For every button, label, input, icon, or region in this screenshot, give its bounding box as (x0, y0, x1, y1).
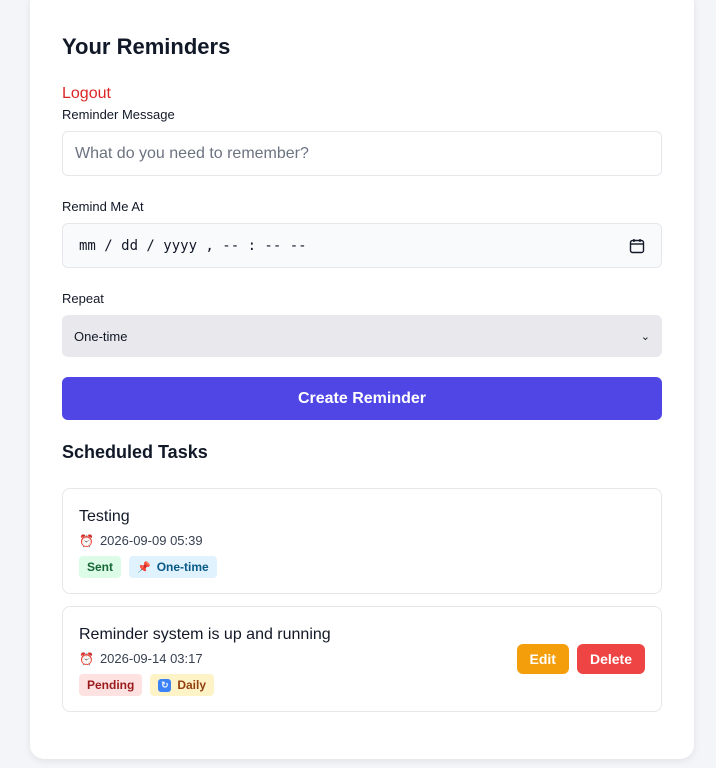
remind-label: Remind Me At (62, 199, 144, 214)
repeat-icon: ↻ (158, 678, 172, 692)
scheduled-tasks-title: Scheduled Tasks (62, 442, 208, 462)
message-label: Reminder Message (62, 107, 175, 122)
datetime-value: mm / dd / yyyy , -- : -- -- (79, 237, 307, 254)
reminders-card: Your Reminders Logout Reminder Message W… (30, 0, 694, 759)
task-time-value: 2026-09-14 03:17 (99, 651, 203, 666)
message-input[interactable]: What do you need to remember? (62, 131, 662, 176)
repeat-selected: One-time (74, 328, 128, 344)
create-reminder-button[interactable]: Create Reminder (62, 377, 662, 420)
edit-button[interactable]: Edit (516, 644, 569, 674)
task-actions: Edit Delete (516, 644, 645, 674)
repeat-badge-label: One-time (156, 560, 209, 574)
task-card: Reminder system is up and running ⏰ 2026… (62, 606, 662, 712)
status-badge: Sent (79, 556, 122, 578)
repeat-badge: ↻ Daily (150, 674, 215, 696)
repeat-badge-label: Daily (177, 678, 207, 692)
task-message: Testing (79, 508, 130, 525)
task-badges: Pending ↻ Daily (79, 674, 215, 696)
datetime-input[interactable]: mm / dd / yyyy , -- : -- -- (62, 223, 662, 268)
status-badge: Pending (79, 674, 143, 696)
repeat-select[interactable]: One-time ⌄ (62, 315, 662, 357)
task-time: ⏰ 2026-09-14 03:17 (79, 651, 203, 666)
pin-icon: 📌 (137, 561, 151, 574)
task-message: Reminder system is up and running (79, 626, 331, 643)
task-time: ⏰ 2026-09-09 05:39 (79, 533, 203, 548)
logout-link[interactable]: Logout (62, 85, 111, 103)
calendar-icon[interactable] (629, 238, 645, 254)
alarm-clock-icon: ⏰ (79, 533, 94, 548)
repeat-label: Repeat (62, 291, 104, 306)
task-card: Testing ⏰ 2026-09-09 05:39 Sent 📌 One-ti… (62, 488, 662, 594)
delete-button[interactable]: Delete (576, 644, 645, 674)
page-title: Your Reminders (62, 34, 231, 59)
alarm-clock-icon: ⏰ (79, 651, 94, 666)
chevron-down-icon: ⌄ (640, 330, 650, 343)
task-badges: Sent 📌 One-time (79, 556, 217, 578)
repeat-badge: 📌 One-time (129, 556, 217, 578)
task-time-value: 2026-09-09 05:39 (99, 533, 203, 548)
message-placeholder: What do you need to remember? (75, 144, 309, 162)
